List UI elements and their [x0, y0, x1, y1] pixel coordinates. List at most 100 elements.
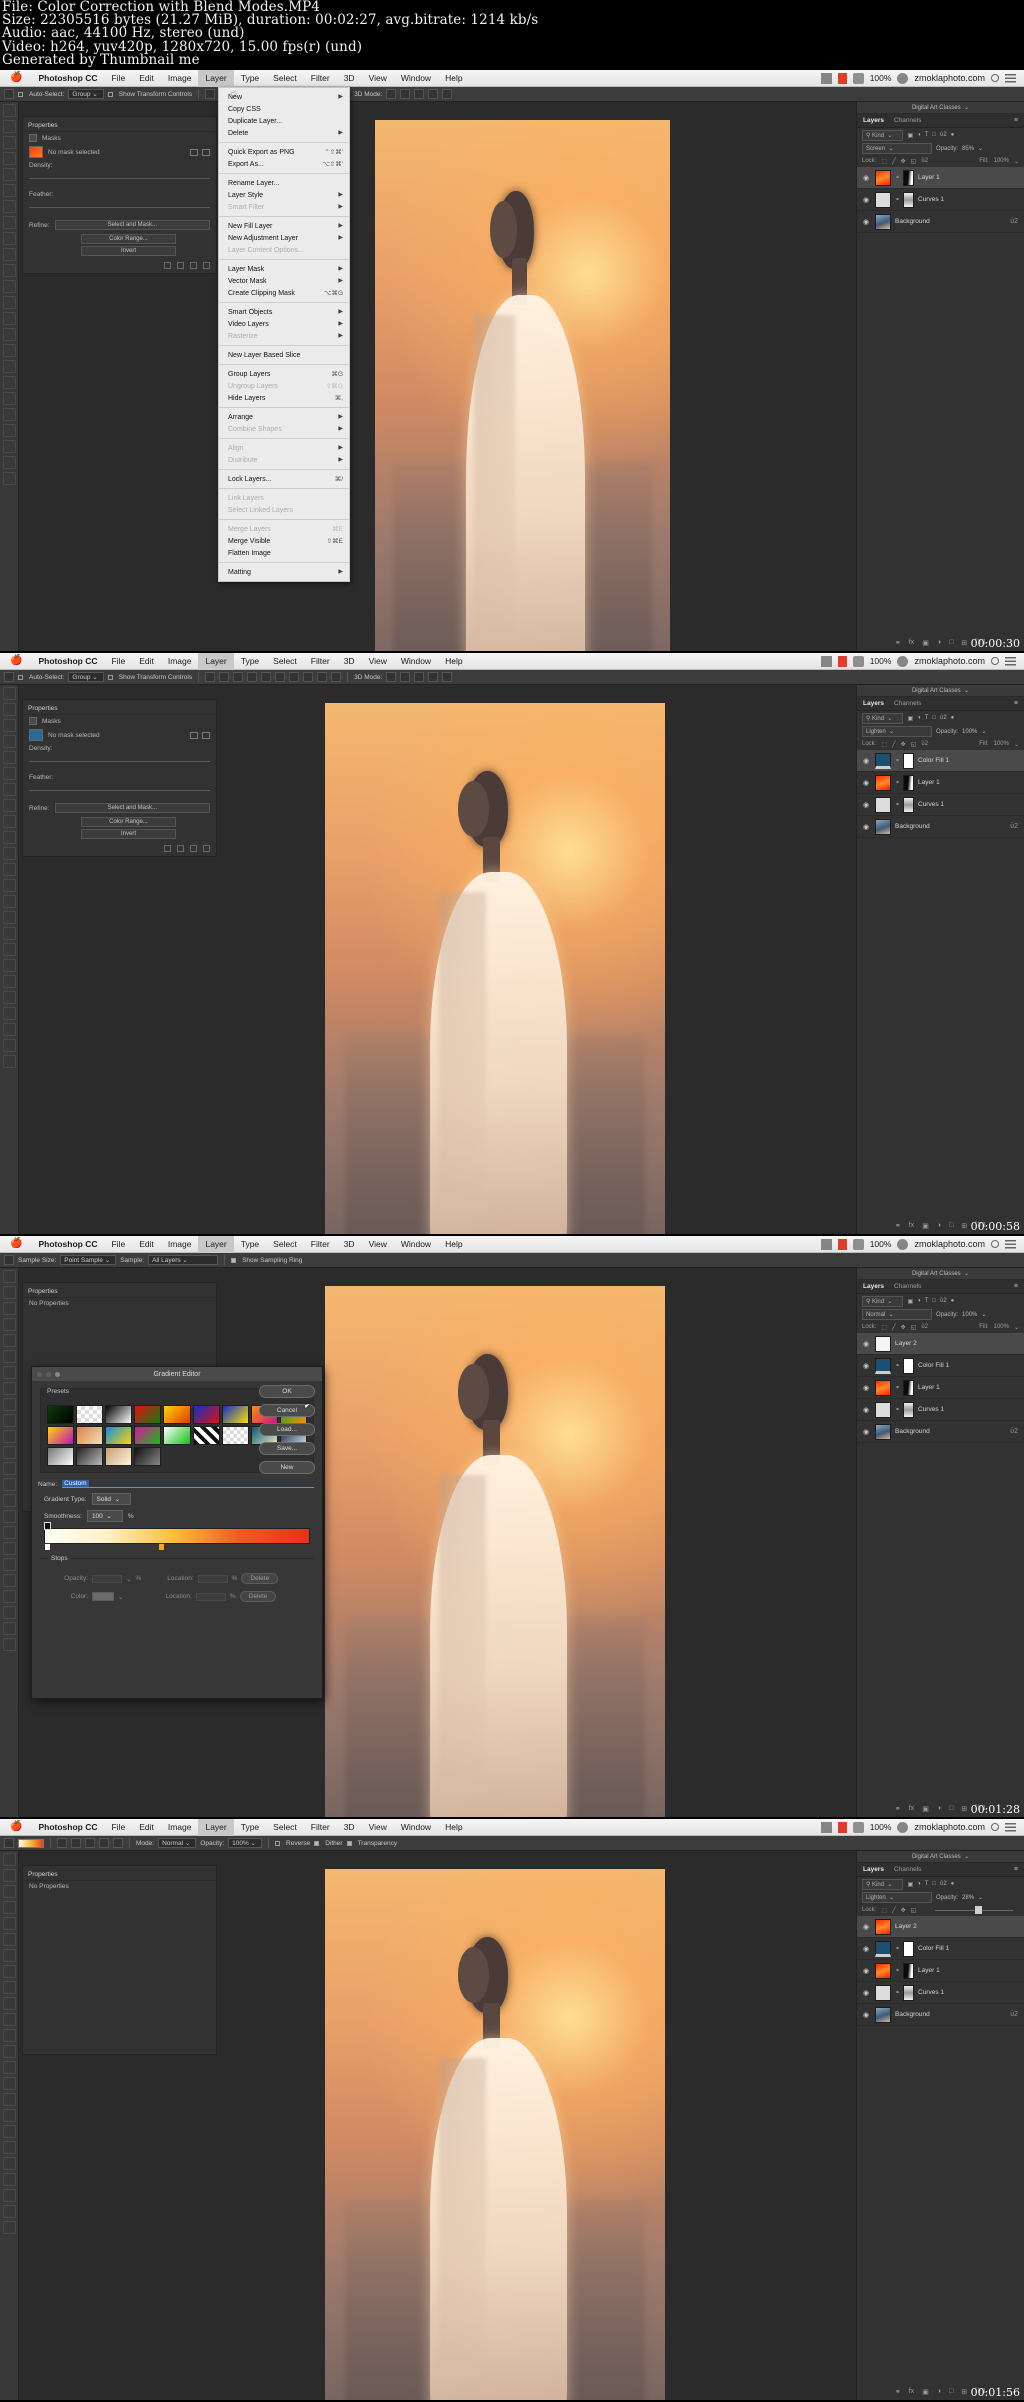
layer-thumbnail[interactable]	[875, 1962, 891, 1979]
gradient-editor-dialog[interactable]: Gradient Editor Presets ⚙ OKCancelLoad..…	[31, 1366, 323, 1699]
tool-icon[interactable]	[2, 1622, 16, 1636]
layer-style-icon[interactable]: fx	[909, 1222, 914, 1230]
tool-icon[interactable]	[2, 1885, 16, 1899]
tool-icon[interactable]	[2, 847, 16, 861]
move-tool-icon[interactable]	[4, 89, 14, 100]
gradient-preset[interactable]	[163, 1426, 191, 1445]
filter-smart-icon[interactable]: ὑ2	[940, 715, 947, 721]
new-group-icon[interactable]: □	[949, 2388, 953, 2396]
gradient-preset[interactable]	[134, 1405, 162, 1424]
menubar-item-file[interactable]: File	[104, 653, 132, 670]
menubar-item-type[interactable]: Type	[234, 1236, 266, 1253]
panel-menu-icon[interactable]: ≡	[1014, 117, 1018, 124]
properties-panel[interactable]: Properties Masks No mask selected Densit…	[22, 699, 217, 858]
tool-icon[interactable]	[2, 2077, 16, 2091]
tool-icon[interactable]	[2, 1606, 16, 1620]
load-selection-icon[interactable]	[164, 845, 171, 853]
layer-visibility-icon[interactable]: ◉	[863, 757, 871, 765]
lock-artboard-icon[interactable]: ◱	[911, 741, 917, 748]
gradient-style-icon[interactable]	[85, 1838, 95, 1849]
layer-visibility-icon[interactable]: ◉	[863, 1923, 871, 1931]
tool-icon[interactable]	[2, 943, 16, 957]
image-canvas[interactable]	[325, 1286, 665, 1818]
color-range-button[interactable]: Color Range...	[81, 234, 176, 245]
three-d-mode-icon[interactable]	[414, 89, 425, 100]
opacity-select[interactable]: 100% ⌄	[228, 1838, 263, 1849]
lock-transparent-icon[interactable]: ⬚	[881, 741, 887, 748]
tool-icon[interactable]	[2, 2029, 16, 2043]
menu-item[interactable]: Duplicate Layer...	[219, 115, 349, 127]
load-button[interactable]: Load...	[259, 1423, 315, 1436]
gradient-preset[interactable]	[47, 1447, 75, 1466]
auto-select-scope[interactable]: Group ⌄	[68, 89, 104, 100]
menubar-item-type[interactable]: Type	[234, 1819, 266, 1836]
menubar-item-3d[interactable]: 3D	[337, 70, 362, 87]
account-name[interactable]: zmoklaphoto.com	[914, 73, 985, 83]
menubar-item-layer[interactable]: Layer	[198, 1819, 234, 1836]
layer-row[interactable]: ◉ ⚭ Curves 1	[857, 1399, 1024, 1422]
layer-visibility-icon[interactable]: ◉	[863, 1967, 871, 1975]
align-icon[interactable]	[261, 672, 272, 683]
tool-icon[interactable]	[2, 687, 16, 701]
tool-icon[interactable]	[2, 1574, 16, 1588]
filter-pixel-icon[interactable]: ▣	[907, 715, 913, 722]
tool-icon[interactable]	[2, 1949, 16, 1963]
tool-icon[interactable]	[2, 344, 16, 358]
tool-icon[interactable]	[2, 815, 16, 829]
tool-icon[interactable]	[2, 408, 16, 422]
filter-kind-select[interactable]: ⚲ Kind ⌄	[862, 1295, 904, 1307]
layer-mask-thumbnail[interactable]	[903, 191, 914, 208]
menu-item[interactable]: Layer Mask ▶	[219, 263, 349, 275]
add-vector-mask-icon[interactable]	[202, 148, 210, 156]
filter-adjustment-icon[interactable]: ◑	[917, 1298, 921, 1304]
menubar-item-image[interactable]: Image	[161, 1236, 199, 1253]
menubar-item-filter[interactable]: Filter	[304, 70, 337, 87]
filter-shape-icon[interactable]: □	[932, 715, 936, 721]
gradient-preset[interactable]	[105, 1447, 133, 1466]
dropbox-icon[interactable]	[820, 1821, 832, 1833]
layer-thumbnail[interactable]	[875, 774, 891, 791]
menubar-item-layer[interactable]: Layer	[198, 653, 234, 670]
location-input[interactable]	[195, 1592, 226, 1601]
dropbox-icon[interactable]	[820, 72, 832, 84]
menu-item[interactable]: Matting ▶	[219, 566, 349, 578]
layer-mask-thumbnail[interactable]	[903, 1984, 914, 2001]
new-adjustment-icon[interactable]: ◑	[937, 1222, 941, 1230]
lock-image-icon[interactable]: ╱	[892, 1324, 896, 1331]
tool-icon[interactable]	[2, 1558, 16, 1572]
apple-logo-icon[interactable]: 🍎	[10, 655, 22, 666]
tool-icon[interactable]	[2, 1023, 16, 1037]
tool-icon[interactable]	[2, 863, 16, 877]
add-mask-icon[interactable]: ▣	[922, 639, 929, 647]
menubar-item-select[interactable]: Select	[266, 653, 304, 670]
feather-slider[interactable]	[29, 207, 210, 209]
menubar-item-filter[interactable]: Filter	[304, 1819, 337, 1836]
layer-mask-thumbnail[interactable]	[903, 752, 914, 769]
link-layers-icon[interactable]: ⚭	[895, 639, 901, 647]
tool-icon[interactable]	[2, 927, 16, 941]
layer-visibility-icon[interactable]: ◉	[863, 218, 871, 226]
menubar-item-edit[interactable]: Edit	[132, 1236, 161, 1253]
tool-icon[interactable]	[2, 1478, 16, 1492]
lock-artboard-icon[interactable]: ◱	[911, 1907, 917, 1914]
battery-icon[interactable]	[852, 1821, 864, 1833]
opacity-chevron-icon[interactable]: ⌄	[126, 1575, 131, 1583]
gradient-ramp[interactable]	[44, 1528, 310, 1544]
layer-visibility-icon[interactable]: ◉	[863, 1428, 871, 1436]
menu-item[interactable]: Lock Layers... ⌘/	[219, 473, 349, 485]
list-icon[interactable]	[1005, 1822, 1016, 1832]
tool-icon[interactable]	[2, 1869, 16, 1883]
disable-mask-icon[interactable]	[190, 262, 197, 270]
menubar-item-view[interactable]: View	[362, 1819, 394, 1836]
menubar-item-view[interactable]: View	[362, 1236, 394, 1253]
opacity-chevron-icon[interactable]: ⌄	[981, 728, 986, 735]
menubar-item-3d[interactable]: 3D	[337, 1819, 362, 1836]
menu-item[interactable]: Quick Export as PNG ⌃⇧⌘'	[219, 146, 349, 158]
show-transform-checkbox[interactable]	[107, 91, 113, 97]
wifi-icon[interactable]	[897, 1238, 909, 1250]
layer-style-icon[interactable]: fx	[909, 1805, 914, 1813]
align-icon[interactable]	[219, 672, 230, 683]
layer-row[interactable]: ◉ Layer 2	[857, 1333, 1024, 1356]
menubar-item-3d[interactable]: 3D	[337, 1236, 362, 1253]
filter-type-icon[interactable]: T	[925, 1881, 929, 1887]
